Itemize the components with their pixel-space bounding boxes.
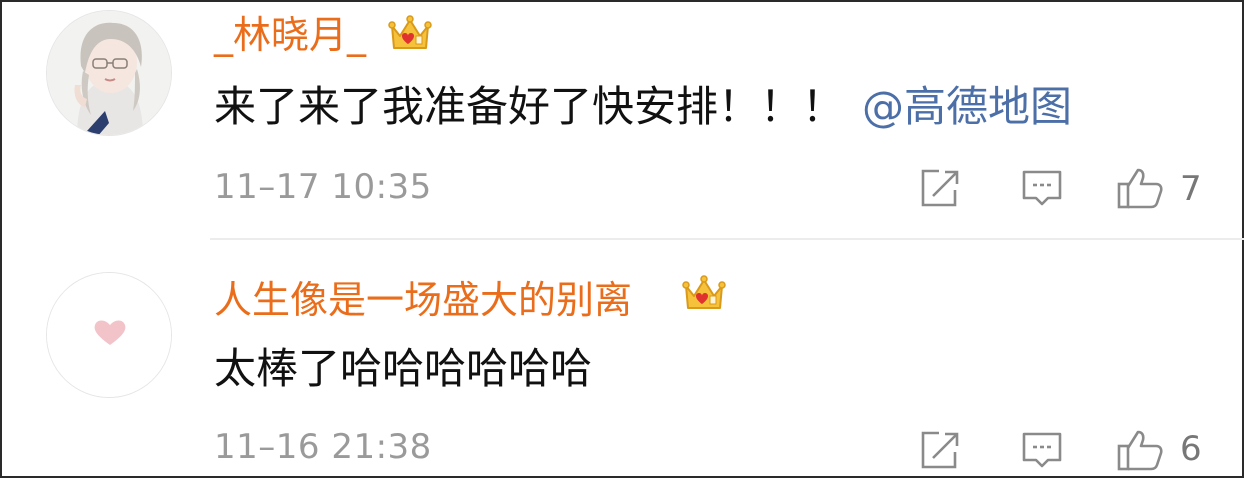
share-icon (921, 431, 959, 469)
share-button[interactable] (917, 428, 961, 472)
comment-icon (1022, 432, 1062, 468)
comment-body: 太棒了哈哈哈哈哈哈 (214, 344, 593, 393)
comment-list: _林晓月_ 来了来了我准备好了快安排！！！@高德地图 11–17 10:35 (0, 0, 1244, 478)
comment-text: 太棒了哈哈哈哈哈哈 (214, 348, 592, 390)
comment-text: 来了来了我准备好了快安排！！！ @高德地图 (214, 86, 1072, 128)
comment-item: _林晓月_ 来了来了我准备好了快安排！！！@高德地图 11–17 10:35 (2, 2, 1242, 240)
like-button[interactable] (1116, 166, 1163, 210)
reply-button[interactable] (1020, 166, 1064, 210)
like-count: 6 (1180, 429, 1202, 469)
comment-timestamp: 11–16 21:38 (214, 427, 432, 467)
comment-item: 人生像是一场盛大的别离 太棒了哈哈哈哈哈哈 11–16 21:38 6 (2, 240, 1242, 478)
avatar-girl-illustration (47, 11, 171, 135)
username[interactable]: _林晓月_ (214, 16, 366, 54)
user-avatar[interactable] (46, 272, 172, 398)
comment-timestamp: 11–17 10:35 (214, 167, 432, 207)
crown-icon (682, 275, 726, 309)
like-count: 7 (1180, 169, 1202, 209)
user-avatar[interactable] (46, 10, 172, 136)
comment-icon (1022, 170, 1062, 206)
like-icon (1117, 430, 1163, 471)
share-button[interactable] (917, 166, 961, 210)
like-button[interactable] (1116, 428, 1163, 472)
username[interactable]: 人生像是一场盛大的别离 (214, 281, 632, 319)
mention-link[interactable]: @高德地图 (862, 82, 1072, 131)
like-icon (1117, 168, 1163, 209)
comment-body: 来了来了我准备好了快安排！！！ (214, 82, 845, 131)
reply-button[interactable] (1020, 428, 1064, 472)
avatar-pink-heart (47, 273, 171, 397)
share-icon (921, 169, 959, 207)
crown-icon (388, 15, 432, 49)
